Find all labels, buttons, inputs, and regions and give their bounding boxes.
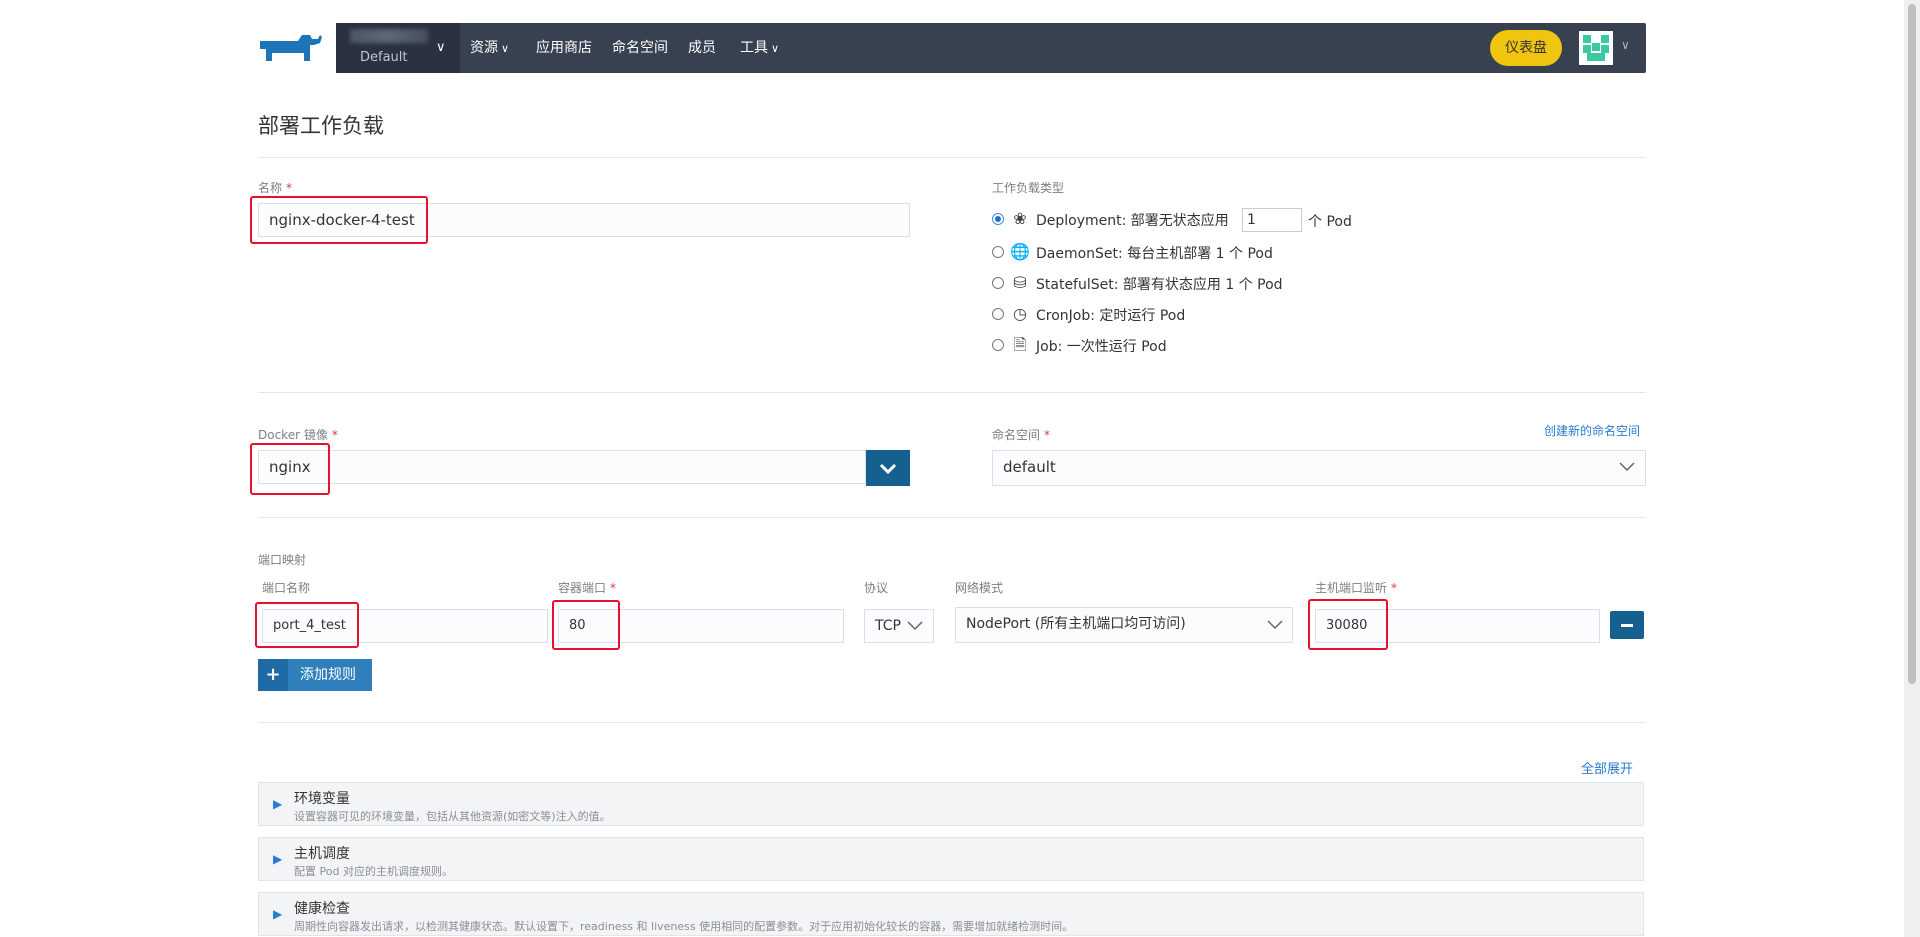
page-scrollbar[interactable]	[1904, 0, 1920, 937]
cluster-label-redacted	[350, 29, 428, 43]
radio-button-selected[interactable]	[992, 213, 1004, 225]
nav-namespaces[interactable]: 命名空间	[612, 23, 668, 73]
chevron-down-icon	[1619, 462, 1635, 472]
chevron-down-icon: ∨	[501, 42, 510, 55]
expand-all-link[interactable]: 全部展开	[1581, 758, 1633, 777]
radio-button[interactable]	[992, 277, 1004, 289]
rancher-logo-icon[interactable]	[258, 31, 324, 65]
cluster-name: Default	[360, 50, 408, 65]
name-label: 名称 *	[258, 181, 293, 195]
namespace-select[interactable]: default	[992, 450, 1646, 486]
document-icon: 🗎	[1013, 335, 1027, 354]
docker-image-label: Docker 镜像 *	[258, 428, 338, 442]
chevron-down-icon: ∨	[771, 42, 780, 55]
globe-icon: 🌐	[1010, 242, 1030, 261]
chevron-down-icon	[879, 463, 897, 475]
radio-button[interactable]	[992, 308, 1004, 320]
workload-type-label: 工作负载类型	[992, 181, 1065, 195]
clock-icon: ◷	[1013, 304, 1027, 323]
network-mode-select[interactable]: NodePort (所有主机端口均可访问)	[955, 607, 1293, 643]
cluster-switcher[interactable]: Default ∨	[336, 23, 460, 73]
section-health-check[interactable]: ▶ 健康检查 周期性向容器发出请求，以检测其健康状态。默认设置下，readine…	[258, 892, 1644, 936]
network-mode-col-label: 网络模式	[955, 581, 1004, 595]
radio-button[interactable]	[992, 339, 1004, 351]
protocol-col-label: 协议	[864, 581, 889, 595]
chevron-down-icon	[1267, 620, 1283, 630]
image-dropdown-button[interactable]	[866, 450, 910, 486]
dashboard-button[interactable]: 仪表盘	[1490, 30, 1562, 66]
section-node-scheduling[interactable]: ▶ 主机调度 配置 Pod 对应的主机调度规则。	[258, 837, 1644, 881]
remove-rule-button[interactable]	[1610, 611, 1644, 639]
port-mapping-label: 端口映射	[258, 553, 307, 567]
database-icon: ⛁	[1013, 273, 1027, 292]
chevron-down-icon: ∨	[436, 40, 446, 55]
create-namespace-link[interactable]: 创建新的命名空间	[1544, 422, 1640, 439]
nav-resources[interactable]: 资源 ∨	[470, 23, 509, 73]
highlight-box	[255, 602, 359, 648]
divider	[258, 722, 1646, 723]
expand-triangle-icon: ▶	[273, 907, 283, 921]
nav-label: 成员	[688, 40, 716, 56]
divider	[258, 392, 1646, 393]
top-navigation: Default ∨ 资源 ∨ 应用商店 命名空间 成员 工具 ∨ 仪表盘 ∨	[258, 23, 1646, 73]
nav-label: 应用商店	[536, 40, 592, 56]
highlight-box	[250, 196, 428, 244]
add-rule-button[interactable]: + 添加规则	[258, 659, 372, 691]
nav-members[interactable]: 成员	[688, 23, 716, 73]
chevron-down-icon	[907, 621, 923, 631]
highlight-box	[552, 600, 620, 650]
deployment-icon: ❀	[1013, 209, 1027, 228]
nav-label: 工具	[740, 40, 768, 56]
port-name-col-label: 端口名称	[262, 581, 311, 595]
scrollbar-thumb[interactable]	[1908, 4, 1916, 684]
expand-triangle-icon: ▶	[273, 852, 283, 866]
section-env-vars[interactable]: ▶ 环境变量 设置容器可见的环境变量，包括从其他资源(如密文等)注入的值。	[258, 782, 1644, 826]
page-title: 部署工作负载	[258, 114, 384, 138]
highlight-box	[1308, 599, 1388, 650]
nav-label: 命名空间	[612, 40, 668, 56]
docker-image-input[interactable]: nginx	[258, 450, 866, 484]
namespace-label: 命名空间 *	[992, 428, 1051, 442]
navbar: Default ∨ 资源 ∨ 应用商店 命名空间 成员 工具 ∨ 仪表盘 ∨	[336, 23, 1646, 73]
minus-icon	[1621, 624, 1633, 627]
plus-icon: +	[258, 659, 288, 691]
scale-input[interactable]: 1	[1242, 208, 1302, 232]
nav-app-store[interactable]: 应用商店	[536, 23, 592, 73]
chevron-down-icon[interactable]: ∨	[1621, 38, 1630, 52]
nav-tools[interactable]: 工具 ∨	[740, 23, 779, 73]
container-port-col-label: 容器端口 *	[558, 581, 617, 595]
nav-label: 资源	[470, 40, 498, 56]
highlight-box	[250, 443, 330, 495]
divider	[258, 517, 1646, 518]
host-port-col-label: 主机端口监听 *	[1315, 581, 1398, 595]
expand-triangle-icon: ▶	[273, 797, 283, 811]
avatar-icon[interactable]	[1579, 31, 1613, 65]
scale-suffix: 个 Pod	[1308, 214, 1352, 230]
divider	[258, 157, 1646, 158]
radio-button[interactable]	[992, 246, 1004, 258]
